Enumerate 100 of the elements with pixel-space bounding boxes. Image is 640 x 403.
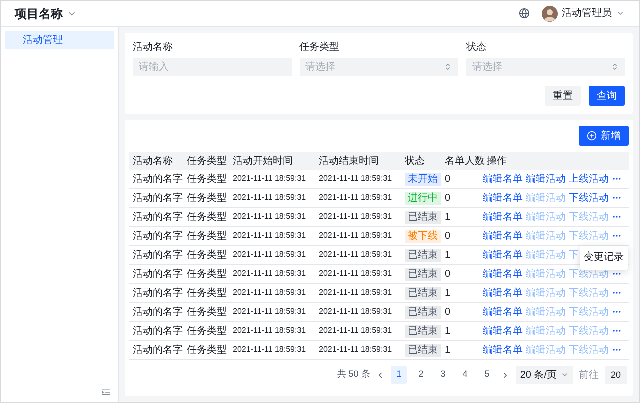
column-header: 状态	[404, 154, 425, 168]
table-cell-text: 0	[444, 306, 451, 320]
sidebar-item[interactable]: 活动管理	[5, 31, 114, 49]
table-cell-text: 任务类型	[186, 230, 227, 244]
input-field[interactable]: 请输入	[133, 58, 292, 76]
action-link[interactable]: 编辑名单	[483, 324, 523, 338]
page-button[interactable]: 3	[435, 366, 452, 384]
table-cell-text: 2021-11-11 18:59:31	[232, 192, 306, 204]
table-cell-text: 2021-11-11 18:59:31	[318, 287, 392, 299]
page-button[interactable]: 5	[479, 366, 496, 384]
status-tag: 已结束	[405, 324, 441, 338]
table-cell-text: 2021-11-11 18:59:31	[232, 268, 306, 280]
table-cell-text: 2021-11-11 18:59:31	[318, 230, 392, 242]
table-cell-text: 1	[444, 248, 451, 262]
globe-icon[interactable]	[519, 8, 530, 19]
avatar-icon[interactable]	[542, 6, 558, 22]
table-cell-text: 2021-11-11 18:59:31	[318, 192, 392, 204]
total-count: 共 50 条	[337, 368, 370, 382]
table-cell-text: 2021-11-11 18:59:31	[232, 325, 306, 337]
table-cell-text: 2021-11-11 18:59:31	[318, 344, 392, 356]
table-cell-text: 任务类型	[186, 344, 227, 358]
collapse-icon[interactable]	[102, 389, 110, 396]
table-cell-text: 任务类型	[186, 286, 227, 300]
field-label: 状态	[466, 41, 488, 55]
action-link[interactable]: 编辑名单	[483, 210, 523, 224]
table-cell-text: 1	[444, 344, 451, 358]
reset-button[interactable]: 重置	[545, 86, 581, 106]
goto-field[interactable]: 20	[605, 366, 627, 384]
status-tag: 已结束	[405, 210, 441, 224]
chevron-down-icon[interactable]	[616, 9, 625, 18]
table-cell-text: 0	[444, 268, 451, 282]
table-cell-text: 2021-11-11 18:59:31	[318, 249, 392, 261]
table-cell-text: 1	[444, 324, 451, 338]
column-header: 活动结束时间	[318, 154, 379, 168]
table-cell-text: 活动的名字	[132, 230, 183, 244]
action-link[interactable]: 编辑名单	[483, 286, 523, 300]
table-cell-text: 任务类型	[186, 268, 227, 282]
table-cell-text: 任务类型	[186, 172, 227, 186]
table-cell-text: 活动的名字	[132, 324, 183, 338]
action-link[interactable]: 编辑名单	[483, 304, 523, 320]
status-tag: 未开始	[405, 172, 441, 186]
table-cell-text: 2021-11-11 18:59:31	[318, 306, 392, 318]
column-header: 名单人数	[444, 154, 485, 168]
status-tag: 已结束	[405, 306, 441, 318]
query-button[interactable]: 查询	[589, 86, 625, 106]
status-tag: 进行中	[405, 192, 441, 204]
table-cell-text: 任务类型	[186, 248, 227, 262]
table-cell-text: 2021-11-11 18:59:31	[232, 173, 306, 185]
table-cell-text: 2021-11-11 18:59:31	[232, 230, 306, 242]
table-cell-text: 任务类型	[186, 324, 227, 338]
table-cell-text: 活动的名字	[132, 248, 183, 262]
column-header: 活动名称	[132, 154, 173, 168]
action-link[interactable]: 编辑名单	[483, 342, 523, 358]
status-tag: 已结束	[405, 268, 441, 280]
table-cell-text: 活动的名字	[132, 344, 183, 358]
status-tag: 已结束	[405, 286, 441, 300]
table-cell-text: 2021-11-11 18:59:31	[318, 173, 392, 185]
menu-item[interactable]: 变更记录	[580, 248, 628, 266]
table-cell-text: 2021-11-11 18:59:31	[318, 325, 392, 337]
action-link[interactable]: 编辑活动	[526, 172, 566, 186]
action-link[interactable]: 下线活动	[569, 190, 609, 206]
field-label: 任务类型	[300, 41, 341, 55]
add-button[interactable]: 新增	[579, 126, 629, 146]
column-header: 任务类型	[186, 154, 227, 168]
table-cell-text: 任务类型	[186, 306, 227, 320]
page-size-select[interactable]: 20 条/页	[516, 366, 573, 384]
action-link[interactable]: 编辑名单	[483, 190, 523, 206]
table-cell-text: 活动的名字	[132, 192, 183, 206]
action-link[interactable]: 编辑名单	[483, 248, 523, 262]
table-cell-text: 活动的名字	[132, 210, 183, 224]
chevron-down-icon	[561, 371, 569, 379]
table-cell-text: 任务类型	[186, 210, 227, 224]
table-cell-text: 2021-11-11 18:59:31	[232, 344, 306, 356]
table-cell-text: 活动的名字	[132, 286, 183, 300]
up-down-icon	[611, 63, 619, 71]
page-button[interactable]: 1	[391, 366, 408, 384]
table-cell-text: 活动的名字	[132, 172, 183, 186]
plus-circle-icon	[587, 131, 597, 141]
status-tag: 已结束	[405, 344, 441, 356]
action-link[interactable]: 编辑名单	[483, 172, 523, 186]
table-cell-text: 0	[444, 172, 451, 186]
table-cell-text: 任务类型	[186, 192, 227, 206]
status-tag: 已结束	[405, 248, 441, 262]
page-button[interactable]: 2	[413, 366, 430, 384]
table-cell-text: 2021-11-11 18:59:31	[232, 211, 306, 223]
project-title: 项目名称	[15, 6, 63, 22]
action-link[interactable]: 编辑名单	[483, 228, 523, 244]
up-down-icon	[444, 63, 452, 71]
column-header: 活动开始时间	[232, 154, 293, 168]
goto-label: 前往	[579, 368, 599, 382]
page-button[interactable]: 4	[457, 366, 474, 384]
status-tag: 被下线	[405, 230, 441, 242]
table-cell-text: 1	[444, 286, 451, 300]
field-label: 活动名称	[133, 41, 174, 55]
table-cell-text: 2021-11-11 18:59:31	[232, 249, 306, 261]
action-link[interactable]: 上线活动	[569, 172, 609, 186]
action-link[interactable]: 编辑名单	[483, 266, 523, 282]
table-cell-text: 活动的名字	[132, 268, 183, 282]
table-cell-text: 0	[444, 192, 451, 206]
user-name: 活动管理员	[562, 7, 612, 21]
